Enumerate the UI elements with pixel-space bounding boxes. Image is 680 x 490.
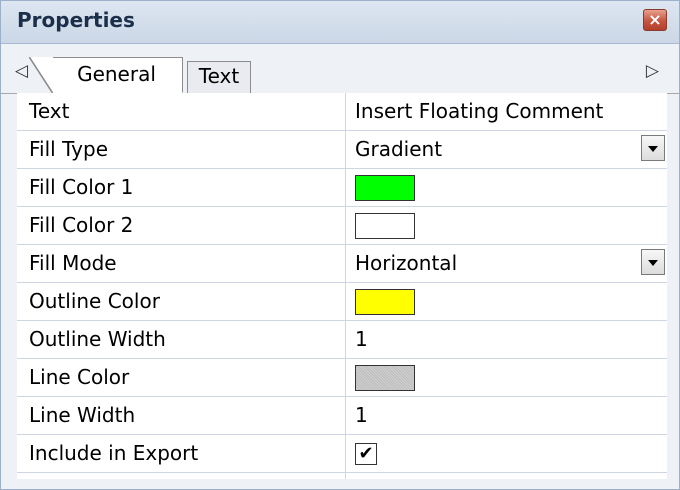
title-bar[interactable]: Properties × [1, 1, 679, 44]
property-row-fill-color-2[interactable]: Fill Color 2 [17, 207, 667, 245]
tab-general-label: General [77, 62, 156, 86]
fill-type-select[interactable]: Gradient [355, 137, 442, 161]
text-value[interactable]: Insert Floating Comment [355, 99, 603, 123]
outline-width-value[interactable]: 1 [355, 327, 368, 351]
property-label: Outline Color [29, 289, 160, 313]
tab-text-label: Text [198, 64, 240, 88]
property-row-fill-mode[interactable]: Fill Mode Horizontal [17, 245, 667, 283]
property-label: Fill Mode [29, 251, 117, 275]
property-label: Include in Export [29, 441, 199, 465]
property-label: Outline Width [29, 327, 166, 351]
property-row-fill-type[interactable]: Fill Type Gradient [17, 131, 667, 169]
property-row-outline-color[interactable]: Outline Color [17, 283, 667, 321]
properties-window: Properties × ◁ General Text ▷ Text Inser… [0, 0, 680, 490]
window-title: Properties [17, 8, 135, 32]
property-row-include-in-export[interactable]: Include in Export ✔ [17, 435, 667, 473]
property-label: Line Width [29, 403, 136, 427]
property-row-fill-color-1[interactable]: Fill Color 1 [17, 169, 667, 207]
outline-color-swatch[interactable] [355, 289, 415, 315]
tab-text[interactable]: Text [187, 61, 251, 93]
property-label: Fill Color 2 [29, 213, 134, 237]
fill-color-2-swatch[interactable] [355, 213, 415, 239]
property-label: Text [29, 99, 70, 123]
close-button[interactable]: × [643, 9, 667, 31]
property-row-outline-width[interactable]: Outline Width 1 [17, 321, 667, 359]
checkmark-icon: ✔ [358, 443, 374, 464]
close-icon: × [648, 10, 662, 29]
tab-general[interactable]: General [29, 57, 183, 94]
scroll-left-icon[interactable]: ◁ [15, 61, 28, 81]
tab-bar: ◁ General Text ▷ [1, 55, 679, 94]
fill-mode-select[interactable]: Horizontal [355, 251, 457, 275]
line-width-value[interactable]: 1 [355, 403, 368, 427]
property-row-line-width[interactable]: Line Width 1 [17, 397, 667, 435]
property-label: Fill Color 1 [29, 175, 134, 199]
property-label: Line Color [29, 365, 130, 389]
property-grid: Text Insert Floating Comment Fill Type G… [17, 93, 667, 479]
scroll-right-icon[interactable]: ▷ [646, 61, 659, 81]
property-row-text[interactable]: Text Insert Floating Comment [17, 93, 667, 131]
line-color-swatch[interactable] [355, 365, 415, 391]
property-label: Fill Type [29, 137, 109, 161]
include-in-export-checkbox[interactable]: ✔ [355, 443, 377, 465]
chevron-down-icon[interactable] [641, 135, 665, 161]
property-row-line-color[interactable]: Line Color [17, 359, 667, 397]
chevron-down-icon[interactable] [641, 249, 665, 275]
fill-color-1-swatch[interactable] [355, 175, 415, 201]
